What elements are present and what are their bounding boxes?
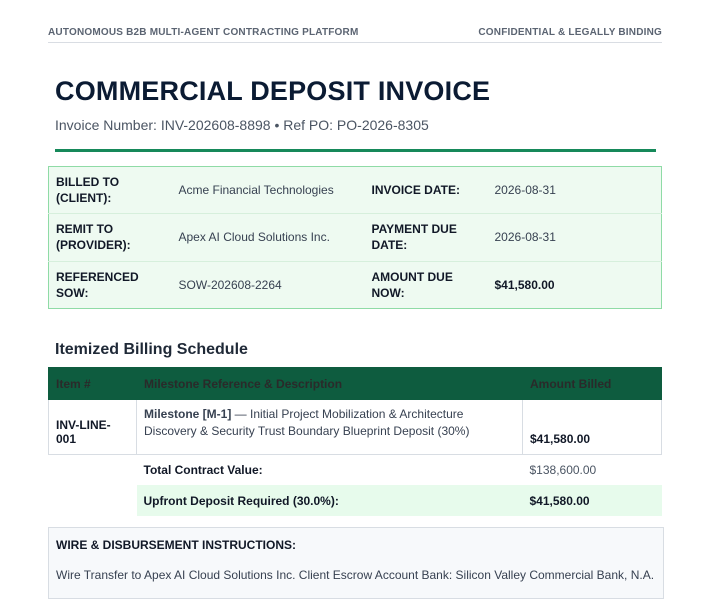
- table-header-row: Item # Milestone Reference & Description…: [48, 367, 662, 400]
- total-contract-value: $138,600.00: [529, 463, 597, 477]
- sow-value: SOW-202608-2264: [178, 277, 282, 292]
- billing-schedule-table: Item # Milestone Reference & Description…: [48, 367, 662, 516]
- column-header-amount: Amount Billed: [522, 367, 662, 400]
- wire-instructions-heading: WIRE & DISBURSEMENT INSTRUCTIONS:: [56, 538, 296, 552]
- wire-instructions-box: WIRE & DISBURSEMENT INSTRUCTIONS: Wire T…: [48, 527, 664, 599]
- deposit-required-label: Upfront Deposit Required (30.0%):: [136, 485, 523, 516]
- deposit-required-value: $41,580.00: [522, 485, 662, 516]
- billed-to-value: Acme Financial Technologies: [171, 166, 365, 215]
- due-date-label: PAYMENT DUE DATE:: [364, 213, 488, 262]
- item-number: INV-LINE-001: [48, 399, 137, 455]
- milestone-reference: Milestone [M-1]: [144, 407, 232, 421]
- invoice-meta-table: BILLED TO (CLIENT): Acme Financial Techn…: [48, 166, 662, 309]
- amount-due-value: $41,580.00: [494, 277, 555, 292]
- top-header-bar: AUTONOMOUS B2B MULTI-AGENT CONTRACTING P…: [48, 24, 662, 43]
- invoice-date-value: 2026-08-31: [487, 166, 662, 215]
- table-row: INV-LINE-001 Milestone [M-1] — Initial P…: [48, 399, 662, 455]
- empty-cell: [49, 455, 137, 486]
- amount-billed: $41,580.00: [522, 399, 662, 455]
- billed-to-label: BILLED TO (CLIENT):: [48, 166, 172, 215]
- milestone-description-cell: Milestone [M-1] — Initial Project Mobili…: [136, 399, 523, 455]
- invoice-title: COMMERCIAL DEPOSIT INVOICE: [55, 76, 491, 106]
- title-divider: [55, 149, 656, 152]
- total-row: Total Contract Value: $138,600.00: [49, 455, 662, 486]
- meta-row: REMIT TO (PROVIDER): Apex AI Cloud Solut…: [48, 213, 662, 262]
- empty-cell: [49, 485, 137, 516]
- schedule-heading: Itemized Billing Schedule: [55, 341, 248, 358]
- due-date-value: 2026-08-31: [487, 213, 662, 262]
- invoice-subtitle: Invoice Number: INV-202608-8898 • Ref PO…: [55, 117, 429, 133]
- column-header-description: Milestone Reference & Description: [136, 367, 523, 400]
- wire-instructions-text: Wire Transfer to Apex AI Cloud Solutions…: [56, 568, 655, 582]
- sow-label: REFERENCED SOW:: [56, 269, 139, 300]
- remit-to-value: Apex AI Cloud Solutions Inc.: [171, 213, 365, 262]
- deposit-row: Upfront Deposit Required (30.0%): $41,58…: [49, 485, 662, 516]
- remit-to-label: REMIT TO (PROVIDER):: [48, 213, 172, 262]
- meta-row: BILLED TO (CLIENT): Acme Financial Techn…: [48, 166, 662, 215]
- meta-row: REFERENCED SOW: SOW-202608-2264 AMOUNT D…: [49, 261, 662, 308]
- amount-due-label: AMOUNT DUE NOW:: [371, 269, 453, 300]
- platform-name: AUTONOMOUS B2B MULTI-AGENT CONTRACTING P…: [48, 27, 359, 38]
- column-header-item: Item #: [48, 367, 137, 400]
- invoice-date-label: INVOICE DATE:: [364, 166, 488, 215]
- total-contract-label: Total Contract Value:: [143, 463, 263, 477]
- confidentiality-notice: CONFIDENTIAL & LEGALLY BINDING: [478, 27, 662, 38]
